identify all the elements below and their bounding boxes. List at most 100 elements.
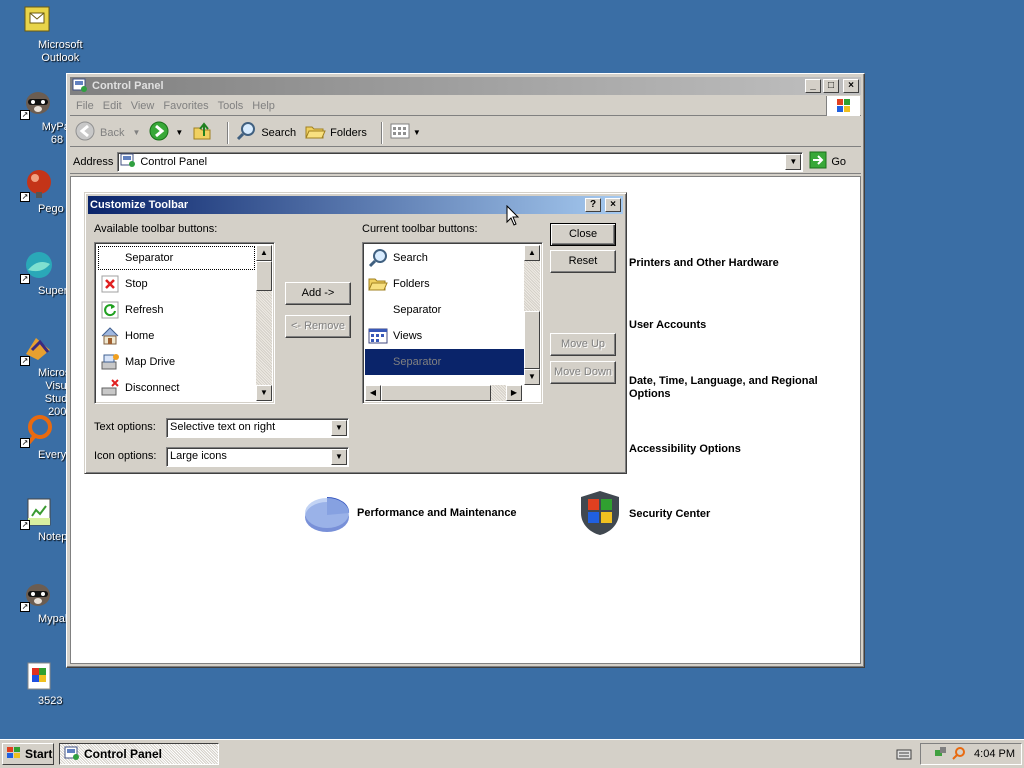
category-user-accounts[interactable]: User Accounts xyxy=(629,319,706,332)
remove-button[interactable]: <- Remove xyxy=(285,315,351,338)
list-item[interactable]: Views xyxy=(365,323,524,349)
desktop-icon-everything[interactable]: ↗ Everything xyxy=(0,414,90,461)
close-button[interactable]: × xyxy=(843,79,859,93)
address-input[interactable]: Control Panel ▼ xyxy=(117,151,804,172)
add-button[interactable]: Add -> xyxy=(285,282,351,305)
scroll-down-button[interactable]: ▼ xyxy=(256,385,272,401)
list-item[interactable]: Refresh xyxy=(97,297,256,323)
taskbar-item-control-panel[interactable]: Control Panel xyxy=(59,743,219,765)
back-button[interactable]: Back ▼ xyxy=(74,120,140,145)
list-item[interactable]: Search xyxy=(365,245,524,271)
desktop-icon-mypal68[interactable]: ↗ MyPal 68 xyxy=(0,86,76,146)
icon-options-label: Icon options: xyxy=(94,450,157,462)
list-item[interactable]: Folders xyxy=(365,271,524,297)
chevron-down-icon[interactable]: ▼ xyxy=(331,449,347,465)
list-item-label: Search xyxy=(393,252,428,264)
desktop-icon-supermium[interactable]: ↗ Supermium xyxy=(0,250,94,297)
clock[interactable]: 4:04 PM xyxy=(974,748,1015,760)
scroll-left-button[interactable]: ◀ xyxy=(365,385,381,401)
desktop-icon-mypal[interactable]: ↗ Mypal xyxy=(0,578,76,625)
current-list-hscrollbar[interactable]: ◀ ▶ xyxy=(365,385,522,401)
toolbar-separator xyxy=(380,121,383,144)
move-up-button[interactable]: Move Up xyxy=(550,333,616,356)
start-button[interactable]: Start xyxy=(2,743,54,765)
forward-button[interactable]: ▼ xyxy=(148,120,183,145)
list-item[interactable]: Home xyxy=(97,323,256,349)
forward-dropdown-icon[interactable]: ▼ xyxy=(175,128,183,137)
category-accessibility[interactable]: Accessibility Options xyxy=(629,443,741,456)
window-titlebar[interactable]: Control Panel _ □ × xyxy=(70,77,861,95)
network-icon[interactable] xyxy=(934,746,948,763)
category-security-center[interactable]: Security Center xyxy=(579,489,710,540)
list-item[interactable]: Stop xyxy=(97,271,256,297)
desktop-icon-outlook[interactable]: Microsoft Outlook xyxy=(0,4,83,64)
back-dropdown-icon[interactable]: ▼ xyxy=(132,128,140,137)
search-button[interactable]: Search xyxy=(235,120,296,145)
text-options-select[interactable]: Selective text on right ▼ xyxy=(166,418,349,438)
stop-icon xyxy=(100,274,120,294)
folders-icon xyxy=(368,274,388,294)
available-buttons-label: Available toolbar buttons: xyxy=(94,223,218,235)
scroll-thumb[interactable] xyxy=(256,261,272,291)
shortcut-arrow-icon: ↗ xyxy=(20,520,30,530)
available-buttons-list[interactable]: Separator Stop Refresh Home Map Drive Di… xyxy=(94,242,275,404)
menu-favorites[interactable]: Favorites xyxy=(163,100,208,112)
system-tray: 4:04 PM xyxy=(920,743,1022,765)
current-buttons-list[interactable]: Search Folders Separator Views Separator… xyxy=(362,242,543,404)
menu-help[interactable]: Help xyxy=(252,100,275,112)
control-panel-icon xyxy=(120,152,136,171)
up-folder-icon xyxy=(191,120,213,145)
desktop-icon-notepadpp[interactable]: ↗ Notepad++ xyxy=(0,496,92,543)
taskbar-item-label: Control Panel xyxy=(84,747,163,761)
scroll-up-button[interactable]: ▲ xyxy=(524,245,540,261)
scroll-right-button[interactable]: ▶ xyxy=(506,385,522,401)
keyboard-icon[interactable] xyxy=(896,747,912,764)
list-item[interactable]: Separator xyxy=(97,245,256,271)
category-date-time-language[interactable]: Date, Time, Language, and Regional Optio… xyxy=(629,375,839,401)
views-dropdown-icon[interactable]: ▼ xyxy=(413,128,421,137)
available-list-scrollbar[interactable]: ▲ ▼ xyxy=(256,245,272,401)
category-label: User Accounts xyxy=(629,319,707,331)
category-printers-hardware[interactable]: Printers and Other Hardware xyxy=(629,257,779,270)
current-list-vscrollbar[interactable]: ▲ ▼ xyxy=(524,245,540,385)
chevron-down-icon[interactable]: ▼ xyxy=(331,420,347,436)
scroll-down-button[interactable]: ▼ xyxy=(524,369,540,385)
disconnect-drive-icon xyxy=(100,378,120,398)
go-button[interactable]: Go xyxy=(809,151,846,172)
folders-button[interactable]: Folders xyxy=(304,120,367,145)
scroll-up-button[interactable]: ▲ xyxy=(256,245,272,261)
icon-options-select[interactable]: Large icons ▼ xyxy=(166,447,349,467)
menu-edit[interactable]: Edit xyxy=(103,100,122,112)
icon-options-value: Large icons xyxy=(170,450,227,462)
dialog-close-button[interactable]: Close xyxy=(550,223,616,246)
window-title: Control Panel xyxy=(92,80,164,92)
help-button[interactable]: ? xyxy=(585,198,601,212)
desktop-icon-pego[interactable]: ↗ Pego xyxy=(0,168,76,215)
list-item[interactable]: Separator xyxy=(365,297,524,323)
desktop-icon-3523[interactable]: 3523 xyxy=(0,660,76,707)
move-down-button[interactable]: Move Down xyxy=(550,361,616,384)
scroll-thumb[interactable] xyxy=(524,311,540,369)
scroll-thumb[interactable] xyxy=(381,385,491,401)
list-item[interactable]: Separator xyxy=(365,349,524,375)
address-dropdown-button[interactable]: ▼ xyxy=(785,153,802,170)
menu-tools[interactable]: Tools xyxy=(218,100,244,112)
dialog-titlebar[interactable]: Customize Toolbar ? × xyxy=(88,196,623,214)
desktop-icon-label: Pego xyxy=(38,203,64,215)
search-tray-icon[interactable] xyxy=(952,746,966,763)
list-item-label: Separator xyxy=(125,252,174,264)
menu-file[interactable]: File xyxy=(76,100,94,112)
up-folder-button[interactable] xyxy=(191,120,213,145)
desktop-icon-visual-studio[interactable]: ↗ Microsoft Visual Studio 2008 xyxy=(0,332,83,418)
minimize-button[interactable]: _ xyxy=(805,79,821,93)
reset-button[interactable]: Reset xyxy=(550,250,616,273)
maximize-button[interactable]: □ xyxy=(823,79,839,93)
views-button[interactable]: ▼ xyxy=(389,120,421,145)
menu-view[interactable]: View xyxy=(131,100,155,112)
list-item[interactable]: Map Drive xyxy=(97,349,256,375)
dialog-close-x-button[interactable]: × xyxy=(605,198,621,212)
address-label: Address xyxy=(73,155,114,168)
list-item[interactable]: Disconnect xyxy=(97,375,256,401)
category-performance-maintenance[interactable]: Performance and Maintenance xyxy=(301,489,517,538)
shortcut-arrow-icon: ↗ xyxy=(20,438,30,448)
